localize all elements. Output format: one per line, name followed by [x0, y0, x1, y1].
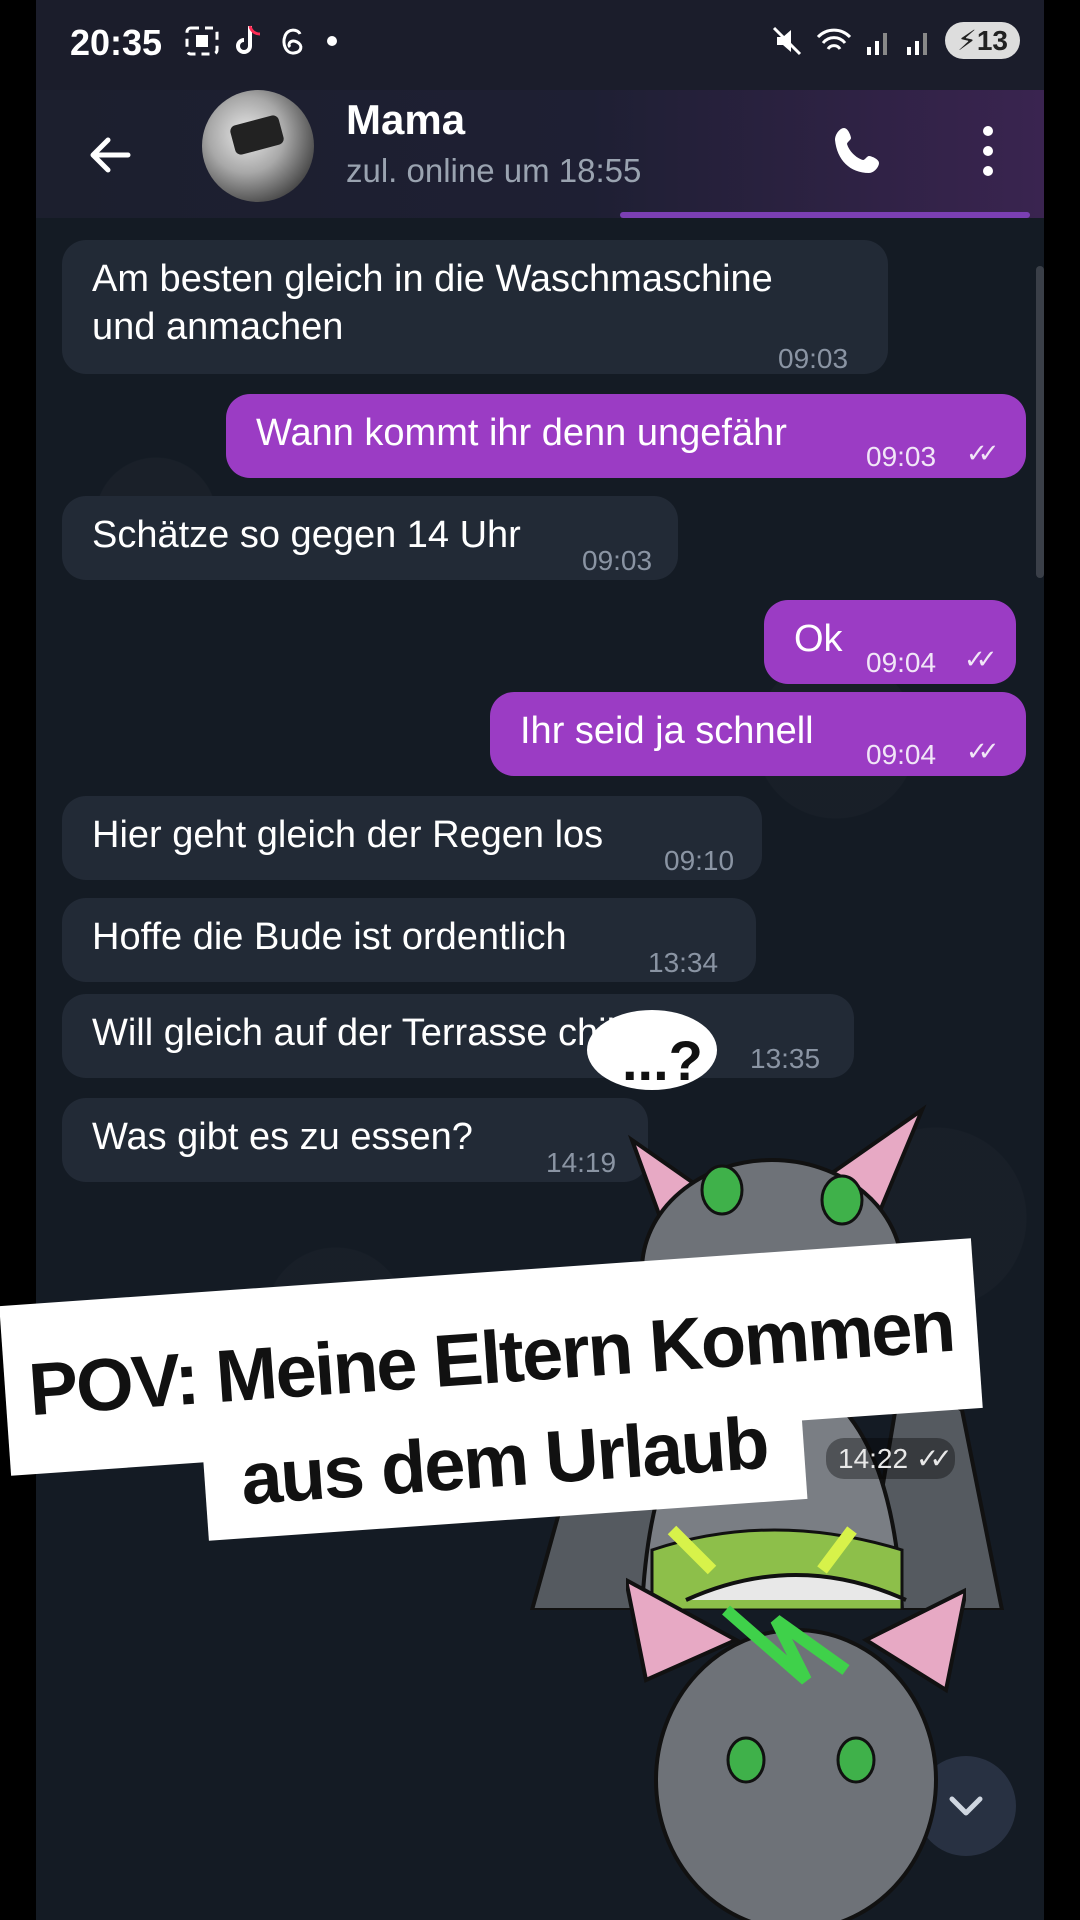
- message-outgoing[interactable]: Ihr seid ja schnell 09:04 ✓✓: [490, 692, 1026, 776]
- threads-icon: [282, 28, 303, 55]
- battery-level: 13: [976, 25, 1008, 56]
- message-time: 13:34: [648, 947, 719, 978]
- more-options-icon[interactable]: [976, 118, 1000, 184]
- tiktok-icon: [236, 25, 261, 54]
- battery-icon: ⚡13: [945, 22, 1020, 59]
- sticker-dragon-partial[interactable]: [626, 1560, 966, 1920]
- chat-title[interactable]: Mama: [346, 96, 465, 144]
- message-text: Ihr seid ja schnell: [520, 710, 814, 752]
- scrollbar[interactable]: [1036, 266, 1044, 578]
- chat-header: Mama zul. online um 18:55: [36, 90, 1044, 218]
- message-text: Ok: [794, 618, 843, 660]
- message-incoming[interactable]: Hier geht gleich der Regen los 09:10: [62, 796, 762, 880]
- message-outgoing[interactable]: Ok 09:04 ✓✓: [764, 600, 1016, 684]
- status-time: 20:35: [70, 22, 163, 63]
- message-time: 09:03: [866, 441, 937, 472]
- double-check-icon: ✓✓: [964, 644, 997, 674]
- signal-icon: [907, 32, 928, 55]
- double-check-icon: ✓✓: [966, 736, 999, 766]
- phone-screen: 20:35 ⚡13 Mama zul. online um 18:55 Am b…: [36, 0, 1044, 1920]
- screenshot-icon: [185, 26, 219, 56]
- phone-call-icon[interactable]: [826, 118, 892, 184]
- message-time: 09:04: [866, 647, 937, 678]
- message-text: Schätze so gegen 14 Uhr: [92, 514, 521, 556]
- message-text: und anmachen: [92, 306, 344, 348]
- message-text: Wann kommt ihr denn ungefähr: [256, 412, 787, 454]
- status-bar: 20:35 ⚡13: [36, 0, 1044, 90]
- message-text: Hoffe die Bude ist ordentlich: [92, 916, 567, 958]
- back-arrow-icon[interactable]: [78, 122, 144, 188]
- double-check-icon: ✓✓: [966, 438, 999, 468]
- message-outgoing[interactable]: Wann kommt ihr denn ungefähr 09:03 ✓✓: [226, 394, 1026, 478]
- signal-icon: [867, 32, 888, 55]
- last-seen-status: zul. online um 18:55: [346, 152, 642, 189]
- dot-icon: [327, 36, 337, 46]
- message-incoming[interactable]: Am besten gleich in die Waschmaschine un…: [62, 240, 888, 374]
- message-time: 14:22: [838, 1443, 909, 1474]
- double-check-icon: ✓✓: [915, 1443, 953, 1474]
- message-time: 09:04: [866, 739, 937, 770]
- status-icons-left: [184, 24, 342, 58]
- message-time: 09:03: [582, 545, 653, 576]
- message-incoming[interactable]: Schätze so gegen 14 Uhr 09:03: [62, 496, 678, 580]
- message-time: 09:03: [778, 343, 849, 374]
- message-text: Hier geht gleich der Regen los: [92, 814, 604, 856]
- sticker-thought-text: ...?: [622, 1029, 703, 1092]
- message-incoming[interactable]: Hoffe die Bude ist ordentlich 13:34: [62, 898, 756, 982]
- message-text: Was gibt es zu essen?: [92, 1116, 473, 1158]
- message-time: 09:10: [664, 845, 735, 876]
- mute-icon: [773, 26, 802, 55]
- sticker-time: 14:22 ✓✓: [826, 1438, 955, 1479]
- wifi-icon: [817, 28, 852, 50]
- status-icons-right: ⚡13: [771, 22, 1020, 59]
- message-text: Am besten gleich in die Waschmaschine: [92, 258, 773, 300]
- avatar[interactable]: [202, 90, 314, 202]
